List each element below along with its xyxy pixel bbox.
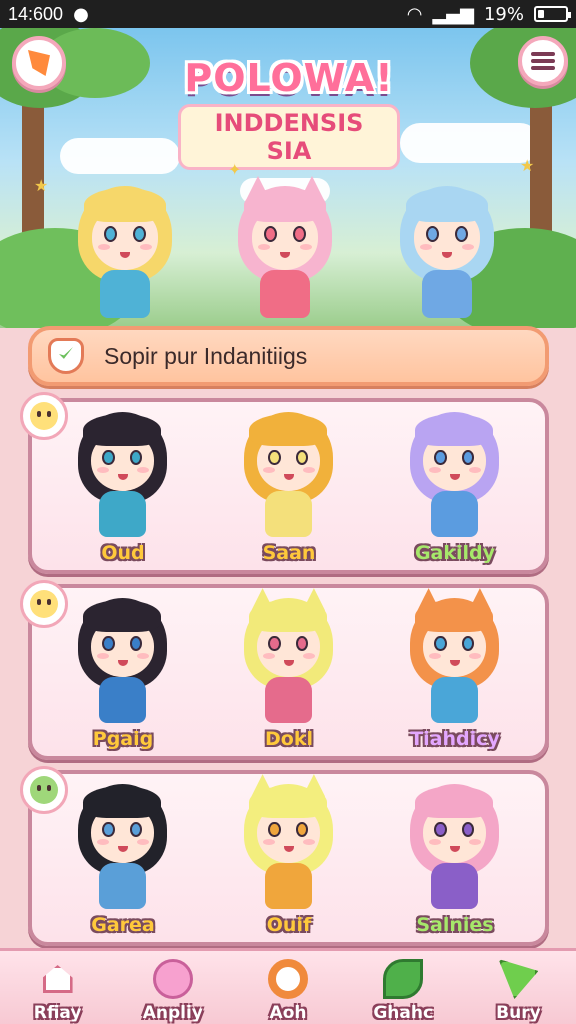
character-card[interactable]: Dokl xyxy=(214,586,364,756)
home-icon xyxy=(38,959,78,999)
nav-item-ring[interactable]: Aoh xyxy=(230,951,345,1024)
nav-label: Aoh xyxy=(269,1003,307,1023)
chibi-character xyxy=(402,404,507,547)
character-card[interactable]: Oud xyxy=(48,400,198,570)
nav-label: Bury xyxy=(496,1003,541,1023)
character-name: Ouif xyxy=(266,914,312,936)
nav-item-leaf[interactable]: Ghahc xyxy=(346,951,461,1024)
chibi-character xyxy=(392,178,502,328)
ring-icon xyxy=(268,959,308,999)
hamburger-menu-icon xyxy=(531,52,555,70)
arrow-flag-icon xyxy=(498,959,539,999)
character-card[interactable]: Salnies xyxy=(380,772,530,942)
signal-icon: ▂▄▆ xyxy=(432,3,474,25)
nav-label: Rfiay xyxy=(33,1003,82,1023)
search-text: Sopir pur Indanitiigs xyxy=(104,342,308,369)
shield-check-icon xyxy=(48,338,84,374)
nav-label: Ghahc xyxy=(373,1003,434,1023)
chibi-character xyxy=(230,176,340,328)
wifi-icon: ◠ xyxy=(406,3,423,25)
nav-item-pet[interactable]: Anpliy xyxy=(115,951,230,1024)
character-name: Gakildy xyxy=(414,542,496,564)
chibi-character xyxy=(402,776,507,919)
character-card[interactable]: Gakildy xyxy=(380,400,530,570)
header-scene: POLOWA! INDDENSIS SIA ✦ ★ ★ xyxy=(0,28,576,328)
chibi-character xyxy=(70,178,180,328)
logo-title: POLOWA! xyxy=(184,56,394,100)
sparkle-icon: ★ xyxy=(520,156,535,175)
leaf-icon xyxy=(383,959,424,999)
character-name: Garea xyxy=(91,914,155,936)
nav-item-flag[interactable]: Bury xyxy=(461,951,576,1024)
flag-badge-icon xyxy=(28,50,50,76)
chibi-character xyxy=(236,774,341,919)
nav-item-home[interactable]: Rfiay xyxy=(0,951,115,1024)
sparkle-icon: ★ xyxy=(34,176,49,195)
game-logo: POLOWA! INDDENSIS SIA xyxy=(178,56,400,170)
battery-percent: 19% xyxy=(483,3,524,25)
flag-badge-button[interactable] xyxy=(12,36,66,90)
character-card[interactable]: Saan xyxy=(214,400,364,570)
menu-button[interactable] xyxy=(518,36,568,86)
bottom-nav: Rfiay Anpliy Aoh Ghahc Bury xyxy=(0,948,576,1024)
nav-label: Anpliy xyxy=(142,1003,203,1023)
search-bar[interactable]: Sopir pur Indanitiigs xyxy=(28,326,549,386)
cat-face-icon xyxy=(152,959,193,999)
battery-icon xyxy=(534,6,571,22)
status-bar: 14:600 ● ◠ ▂▄▆ 19% xyxy=(0,0,576,28)
location-icon: ● xyxy=(73,3,89,25)
character-name: Tiahdicy xyxy=(410,728,500,750)
character-name: Pgaig xyxy=(92,728,154,750)
logo-subtitle: INDDENSIS SIA xyxy=(178,104,400,170)
character-card[interactable]: Pgaig xyxy=(48,586,198,756)
chibi-character xyxy=(70,404,175,547)
sparkle-icon: ✦ xyxy=(228,160,242,179)
character-name: Dokl xyxy=(265,728,313,750)
character-name: Oud xyxy=(101,542,145,564)
chibi-character xyxy=(236,404,341,547)
character-card[interactable]: Garea xyxy=(48,772,198,942)
chibi-character xyxy=(70,590,175,733)
character-name: Saan xyxy=(262,542,316,564)
chibi-character xyxy=(236,588,341,733)
character-name: Salnies xyxy=(416,914,494,936)
character-card[interactable]: Ouif xyxy=(214,772,364,942)
chibi-character xyxy=(70,776,175,919)
status-time: 14:600 xyxy=(8,3,64,24)
chibi-character xyxy=(402,588,507,733)
character-card[interactable]: Tiahdicy xyxy=(380,586,530,756)
